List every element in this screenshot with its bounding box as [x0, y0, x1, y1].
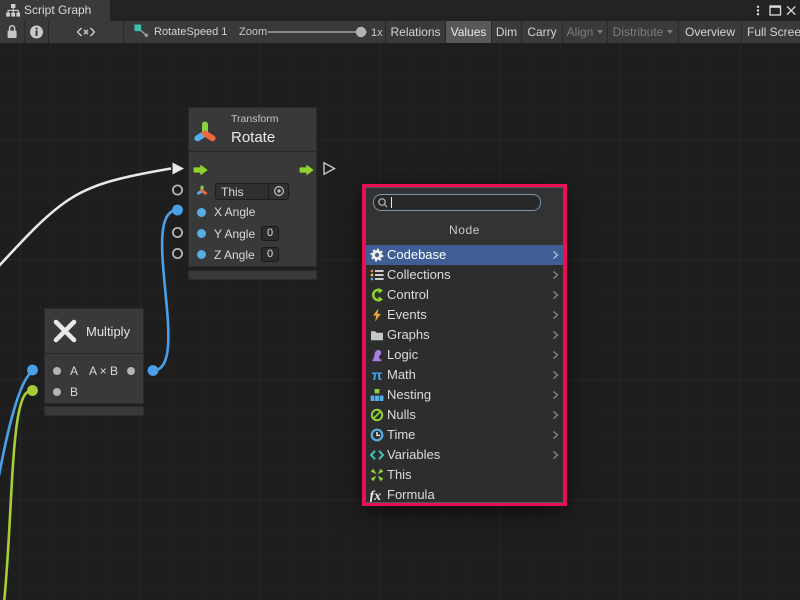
svg-text:1x: 1x [371, 27, 383, 39]
svg-text:fx: fx [370, 489, 381, 502]
svg-text:π: π [372, 368, 383, 382]
